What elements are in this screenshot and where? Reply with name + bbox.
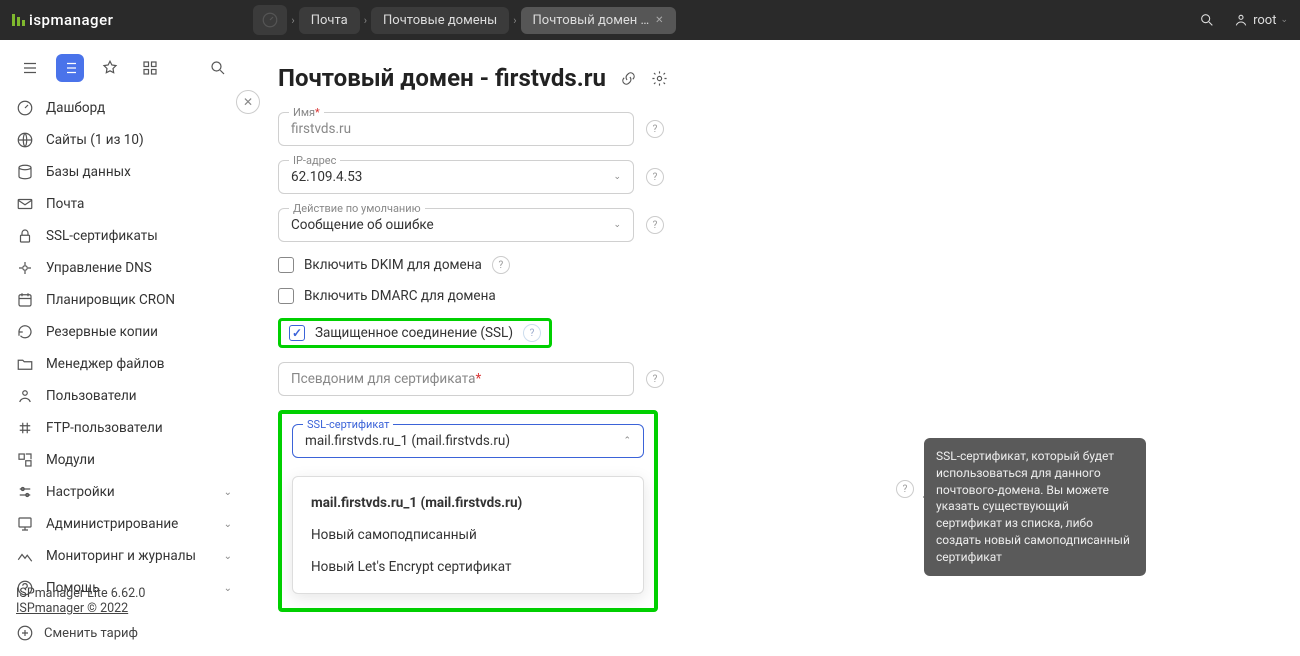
change-plan-link[interactable]: Сменить тариф	[16, 624, 145, 642]
chevron-right-icon: ›	[291, 14, 294, 27]
ip-field[interactable]: IP-адрес 62.109.4.53 ⌄	[278, 160, 634, 194]
dropdown-option[interactable]: Новый самоподписанный	[293, 519, 643, 551]
dropdown-option[interactable]: mail.firstvds.ru_1 (mail.firstvds.ru)	[293, 487, 643, 519]
dmarc-checkbox[interactable]	[278, 288, 294, 304]
sidebar-item-sites[interactable]: Сайты (1 из 10)	[0, 124, 248, 156]
dkim-checkbox[interactable]	[278, 257, 294, 273]
help-icon[interactable]: ?	[646, 168, 664, 186]
copyright-link[interactable]: ISPmanager © 2022	[16, 601, 128, 616]
name-field: Имя* firstvds.ru	[278, 112, 634, 146]
alias-field[interactable]: Псевдоним для сертификата*	[278, 362, 634, 396]
sidebar: Дашборд Сайты (1 из 10) Базы данных Почт…	[0, 40, 248, 656]
chevron-down-icon: ⌄	[613, 220, 621, 230]
sidebar-item-settings[interactable]: Настройки⌄	[0, 476, 248, 508]
sidebar-item-backup[interactable]: Резервные копии	[0, 316, 248, 348]
user-name: root	[1253, 13, 1276, 28]
ssl-cert-highlight: SSL-сертификат mail.firstvds.ru_1 (mail.…	[278, 410, 658, 612]
help-icon[interactable]: ?	[646, 370, 664, 388]
breadcrumb-dashboard-icon[interactable]	[253, 5, 287, 35]
sidebar-item-databases[interactable]: Базы данных	[0, 156, 248, 188]
default-action-field[interactable]: Действие по умолчанию Сообщение об ошибк…	[278, 208, 634, 242]
ssl-label: Защищенное соединение (SSL)	[315, 325, 513, 341]
breadcrumb-mail-domains[interactable]: Почтовые домены	[371, 7, 509, 34]
logo-text: ispmanager	[29, 11, 113, 29]
help-icon[interactable]: ?	[523, 324, 541, 342]
sidebar-item-dashboard[interactable]: Дашборд	[0, 92, 248, 124]
sidebar-item-filemanager[interactable]: Менеджер файлов	[0, 348, 248, 380]
help-icon[interactable]: ?	[646, 216, 664, 234]
sidebar-item-mail[interactable]: Почта	[0, 188, 248, 220]
ssl-cert-field[interactable]: SSL-сертификат mail.firstvds.ru_1 (mail.…	[292, 424, 644, 458]
logo: ispmanager	[12, 11, 113, 29]
dmarc-label: Включить DMARC для домена	[304, 288, 496, 304]
sidebar-item-dns[interactable]: Управление DNS	[0, 252, 248, 284]
breadcrumb-mail[interactable]: Почта	[299, 7, 360, 34]
help-icon[interactable]: ?	[646, 120, 664, 138]
user-menu[interactable]: root ⌄	[1233, 12, 1288, 28]
ssl-cert-dropdown: mail.firstvds.ru_1 (mail.firstvds.ru) Но…	[292, 476, 644, 594]
help-icon[interactable]: ?	[896, 480, 914, 498]
sidebar-item-admin[interactable]: Администрирование⌄	[0, 508, 248, 540]
ssl-checkbox-highlight: Защищенное соединение (SSL) ?	[278, 318, 552, 348]
ssl-tooltip: SSL-сертификат, который будет использова…	[924, 438, 1146, 576]
dkim-label: Включить DKIM для домена	[304, 257, 482, 273]
link-icon[interactable]	[620, 70, 637, 87]
sidebar-item-monitoring[interactable]: Мониторинг и журналы⌄	[0, 540, 248, 572]
chevron-down-icon: ⌄	[613, 172, 621, 182]
chevron-down-icon: ⌄	[1280, 15, 1288, 25]
breadcrumb-mail-domain[interactable]: Почтовый домен … ✕	[521, 7, 676, 34]
page-title: Почтовый домен - firstvds.ru	[278, 64, 1270, 92]
search-icon[interactable]	[204, 54, 232, 82]
star-icon[interactable]	[96, 54, 124, 82]
chevron-right-icon: ›	[364, 14, 367, 27]
search-icon[interactable]	[1199, 12, 1215, 28]
apps-icon[interactable]	[136, 54, 164, 82]
version-text: ISPmanager Lite 6.62.0	[16, 586, 145, 601]
sidebar-item-ssl[interactable]: SSL-сертификаты	[0, 220, 248, 252]
ssl-checkbox[interactable]	[289, 325, 305, 341]
close-icon[interactable]: ✕	[655, 15, 663, 26]
chevron-up-icon: ⌃	[623, 436, 631, 446]
help-icon[interactable]: ?	[492, 256, 510, 274]
sidebar-item-users[interactable]: Пользователи	[0, 380, 248, 412]
chevron-right-icon: ›	[513, 14, 516, 27]
list-icon[interactable]	[56, 54, 84, 82]
close-panel-button[interactable]: ✕	[236, 90, 260, 114]
gear-icon[interactable]	[651, 70, 668, 87]
dropdown-option[interactable]: Новый Let's Encrypt сертификат	[293, 551, 643, 583]
menu-icon[interactable]	[16, 54, 44, 82]
sidebar-item-modules[interactable]: Модули	[0, 444, 248, 476]
sidebar-item-ftpusers[interactable]: FTP-пользователи	[0, 412, 248, 444]
sidebar-item-cron[interactable]: Планировщик CRON	[0, 284, 248, 316]
breadcrumb: › Почта › Почтовые домены › Почтовый дом…	[253, 5, 675, 35]
